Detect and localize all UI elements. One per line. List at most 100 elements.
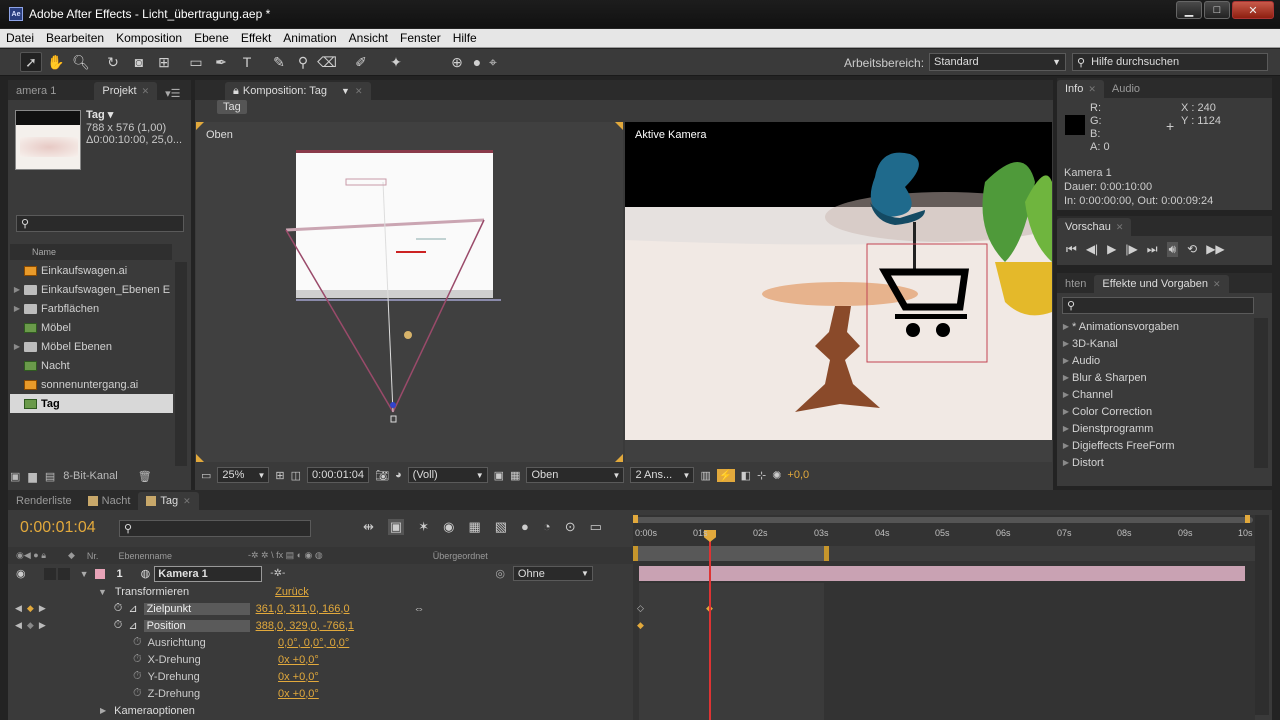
- new-comp-icon[interactable]: ▤: [45, 470, 55, 483]
- label-color-swatch[interactable]: [94, 568, 105, 579]
- stopwatch-icon[interactable]: ⏱: [114, 602, 123, 615]
- tab-nacht[interactable]: Nacht: [80, 492, 139, 510]
- property-name[interactable]: Z-Drehung: [148, 688, 201, 700]
- comp-sub-tab[interactable]: Tag: [217, 100, 247, 114]
- property-row-zielpunkt[interactable]: ◀ ◆ ▶ ⏱ ⊿ Zielpunkt 361,0, 311,0, 166,0 …: [0, 600, 633, 617]
- puppet-tool-icon[interactable]: ✦: [385, 52, 407, 72]
- property-name[interactable]: Ausrichtung: [148, 637, 206, 649]
- new-folder-icon[interactable]: ▆: [28, 470, 36, 483]
- property-value[interactable]: 0x +0,0°: [278, 688, 319, 700]
- help-search-input[interactable]: ⚲ Hilfe durchsuchen: [1072, 53, 1268, 71]
- list-item[interactable]: ▶ Farbflächen: [10, 299, 173, 318]
- tab-info[interactable]: Info ✕: [1057, 80, 1104, 98]
- text-tool-icon[interactable]: T: [236, 52, 258, 72]
- close-icon[interactable]: ✕: [142, 86, 150, 97]
- property-name[interactable]: Y-Drehung: [148, 671, 200, 683]
- property-name[interactable]: Position: [143, 619, 250, 632]
- rotation-tool-icon[interactable]: ↻: [102, 52, 124, 72]
- list-item[interactable]: ▶ Möbel Ebenen: [10, 337, 173, 356]
- timeline-scrollbar[interactable]: [1255, 515, 1269, 715]
- expand-triangle-icon[interactable]: ▼: [80, 569, 89, 579]
- channels-icon[interactable]: ◕: [395, 469, 402, 481]
- property-row-ausrichtung[interactable]: ⏱ Ausrichtung 0,0°, 0,0°, 0,0°: [0, 634, 633, 651]
- next-keyframe-icon[interactable]: ▶: [39, 620, 46, 631]
- local-axis-mode-icon[interactable]: ⊕: [446, 52, 468, 72]
- effect-category[interactable]: ▶ Audio: [1060, 352, 1100, 369]
- work-area-bar[interactable]: [637, 546, 827, 561]
- audio-icon[interactable]: 🔊︎: [1166, 242, 1179, 257]
- current-time-indicator[interactable]: [709, 530, 711, 720]
- safe-zones-icon[interactable]: ◫: [291, 469, 301, 482]
- close-button[interactable]: ✕: [1232, 1, 1274, 19]
- col-parent[interactable]: Übergeordnet: [433, 551, 488, 561]
- selection-tool-icon[interactable]: ➚: [20, 52, 42, 72]
- property-value[interactable]: 388,0, 329,0, -766,1: [256, 620, 354, 632]
- menu-hilfe[interactable]: Hilfe: [447, 31, 483, 45]
- next-keyframe-icon[interactable]: ▶: [39, 603, 46, 614]
- hand-tool-icon[interactable]: ✋: [45, 52, 67, 72]
- project-scrollbar[interactable]: [175, 262, 187, 466]
- effects-scrollbar[interactable]: [1254, 318, 1268, 468]
- always-preview-icon[interactable]: ▭: [201, 469, 211, 482]
- menu-fenster[interactable]: Fenster: [394, 31, 447, 45]
- comp-view-top[interactable]: Oben: [196, 122, 623, 462]
- brush-tool-icon[interactable]: ✎: [268, 52, 290, 72]
- resolution-dropdown[interactable]: (Voll) ▼: [407, 467, 488, 483]
- stopwatch-icon[interactable]: ⏱: [114, 619, 123, 632]
- navigator-end-handle[interactable]: [1245, 515, 1250, 523]
- play-icon[interactable]: ▶︎: [1107, 242, 1116, 257]
- effects-search-input[interactable]: ⚲: [1062, 297, 1254, 314]
- live-update-icon[interactable]: ▣: [387, 519, 405, 535]
- property-value[interactable]: 0x +0,0°: [278, 654, 319, 666]
- col-layer-name[interactable]: Ebenenname: [118, 551, 172, 561]
- keyframe-diamond-icon[interactable]: ◆: [27, 603, 34, 614]
- effect-category[interactable]: ▶ 3D-Kanal: [1060, 335, 1118, 352]
- property-name[interactable]: X-Drehung: [148, 654, 201, 666]
- menu-ansicht[interactable]: Ansicht: [343, 31, 394, 45]
- property-value[interactable]: 0x +0,0°: [278, 671, 319, 683]
- view-layout-dropdown[interactable]: 2 Ans... ▼: [630, 467, 695, 483]
- effect-category[interactable]: ▶ Channel: [1060, 386, 1113, 403]
- timeline-current-time[interactable]: 0:00:01:04: [20, 519, 96, 537]
- snapshot-icon[interactable]: 📷︎: [375, 469, 389, 482]
- fast-previews-icon[interactable]: ⚡: [716, 468, 735, 482]
- flowchart-icon[interactable]: ⊹: [757, 469, 766, 482]
- list-item[interactable]: sonnenuntergang.ai: [10, 375, 173, 394]
- comp-name[interactable]: Tag ▾: [86, 108, 113, 121]
- effect-category[interactable]: ▶ * Animationsvorgaben: [1060, 318, 1179, 335]
- work-area-end-handle[interactable]: [824, 546, 829, 561]
- comp-mini-flowchart-icon[interactable]: ⇹: [363, 519, 374, 535]
- camera-orbit-tool-icon[interactable]: ◙: [128, 52, 150, 72]
- project-column-name[interactable]: Name: [10, 244, 172, 260]
- menu-datei[interactable]: Datei: [0, 31, 40, 45]
- keyframe-diamond-icon[interactable]: ◇: [637, 603, 644, 614]
- loop-icon[interactable]: ⟲: [1187, 242, 1197, 257]
- last-frame-icon[interactable]: ⏭: [1147, 242, 1158, 257]
- timeline-graph-area[interactable]: ◇ ◆ ◆: [633, 515, 1255, 720]
- property-value[interactable]: 361,0, 311,0, 166,0: [256, 603, 350, 615]
- layer-row[interactable]: ◉ ▼ 1 ◍ Kamera 1 -✲- ◎ Ohne ▼: [0, 565, 633, 582]
- project-search-input[interactable]: ⚲: [16, 215, 184, 232]
- reset-link[interactable]: Zurück: [275, 586, 309, 598]
- eraser-tool-icon[interactable]: ⌫: [316, 52, 338, 72]
- parent-dropdown[interactable]: Ohne ▼: [512, 566, 593, 581]
- auto-keyframe-icon[interactable]: ◔: [543, 519, 551, 535]
- grid-icon[interactable]: ⊞: [275, 469, 284, 482]
- expand-triangle-icon[interactable]: ▼: [98, 587, 107, 597]
- stopwatch-icon[interactable]: ⏱: [133, 687, 142, 700]
- minimize-button[interactable]: ▁: [1176, 1, 1202, 19]
- maximize-button[interactable]: □: [1204, 1, 1230, 19]
- timecode-field[interactable]: 0:00:01:04: [307, 467, 370, 483]
- zoom-dropdown[interactable]: 25% ▼: [217, 467, 270, 483]
- motion-blur-icon[interactable]: ▧: [495, 519, 507, 535]
- draft-3d-icon[interactable]: ✶: [418, 519, 429, 535]
- view-axis-mode-icon[interactable]: ⌖: [482, 52, 504, 72]
- panel-menu-icon[interactable]: ▾☰: [165, 87, 180, 100]
- stopwatch-icon[interactable]: ⏱: [133, 653, 142, 666]
- navigator-start-handle[interactable]: [633, 515, 638, 523]
- zoom-tool-icon[interactable]: 🔍︎: [70, 52, 92, 72]
- menu-ebene[interactable]: Ebene: [188, 31, 235, 45]
- expand-triangle-icon[interactable]: ▶: [100, 706, 106, 715]
- list-item[interactable]: Nacht: [10, 356, 173, 375]
- tab-effects-left[interactable]: hten: [1057, 275, 1094, 293]
